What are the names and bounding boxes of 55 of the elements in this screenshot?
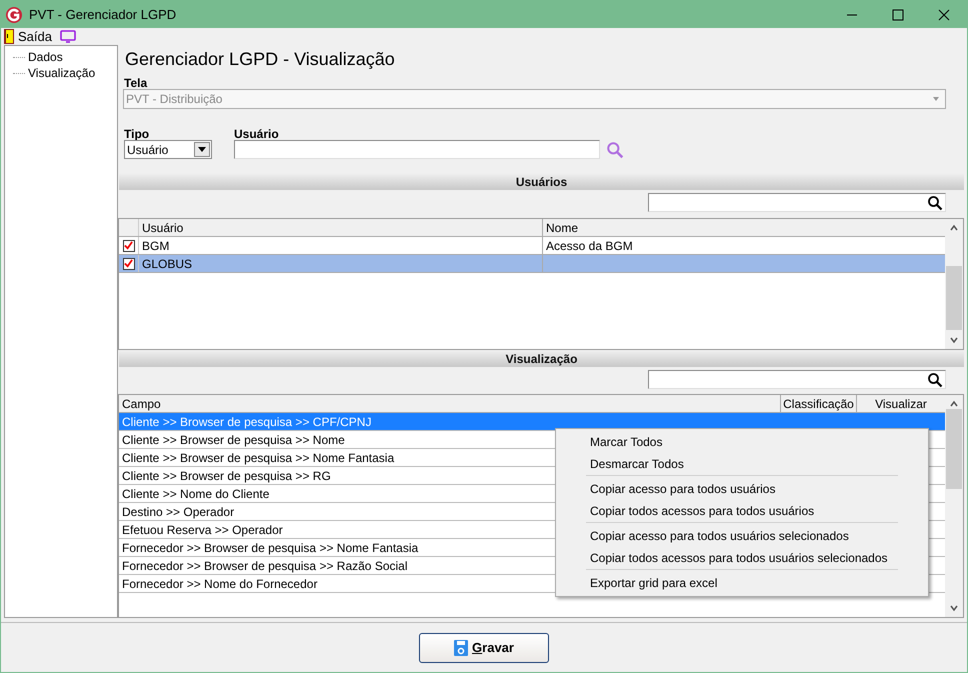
- save-button[interactable]: Gravar: [419, 632, 549, 662]
- table-cell-text: Fornecedor >> Nome do Fornecedor: [122, 576, 318, 592]
- user-input-field[interactable]: [234, 140, 600, 159]
- menu-item[interactable]: Exportar grid para excel: [556, 572, 928, 594]
- column-header[interactable]: Usuário: [139, 219, 543, 236]
- type-dropdown[interactable]: Usuário: [124, 140, 212, 159]
- search-field[interactable]: [648, 193, 946, 212]
- scrollbar[interactable]: [945, 219, 963, 349]
- table-cell-text: Cliente >> Browser de pesquisa >> Nome: [122, 432, 345, 448]
- search-icon[interactable]: [927, 194, 943, 210]
- scroll-down-icon[interactable]: [949, 335, 959, 345]
- page-heading: Gerenciador LGPD - Visualização: [125, 48, 396, 71]
- table-row[interactable]: BGM Acesso da BGM: [119, 237, 945, 255]
- column-header[interactable]: Campo: [119, 395, 781, 412]
- column-header[interactable]: Classificação: [781, 395, 857, 412]
- table-row[interactable]: Cliente >> Browser de pesquisa >> CPF/CPNJ: [119, 413, 945, 431]
- menu-item[interactable]: Copiar todos acessos para todos usuários: [556, 500, 928, 522]
- scroll-thumb[interactable]: [946, 409, 962, 489]
- section-header: Visualização: [119, 350, 964, 367]
- table-cell-text: Efetuou Reserva >> Operador: [122, 522, 283, 538]
- search-field[interactable]: [648, 370, 946, 389]
- table-cell: GLOBUS: [139, 255, 543, 272]
- scroll-up-icon[interactable]: [949, 223, 959, 233]
- table-cell-text: Acesso da BGM: [545, 238, 634, 254]
- scroll-down-icon[interactable]: [949, 603, 959, 613]
- table-row[interactable]: GLOBUS: [119, 255, 945, 273]
- column-header[interactable]: Visualizar: [857, 395, 945, 412]
- table-cell-text: Fornecedor >> Browser de pesquisa >> Razão Social: [122, 558, 408, 574]
- table-cell-text: Cliente >> Nome do Cliente: [122, 486, 270, 502]
- table-cell-text: Cliente >> Browser de pesquisa >> RG: [122, 468, 331, 484]
- section-header: Usuários: [119, 173, 964, 190]
- monitor-icon[interactable]: [60, 30, 76, 44]
- field-label: Tipo: [124, 126, 150, 140]
- table-cell: BGM: [139, 237, 543, 254]
- dropdown-arrow-icon[interactable]: [198, 147, 206, 152]
- tree-item[interactable]: Visualização: [27, 64, 96, 82]
- close-icon[interactable]: [938, 8, 950, 20]
- field-label: Usuário: [234, 126, 280, 140]
- app-logo-icon: [5, 6, 23, 24]
- tree-item[interactable]: Dados: [27, 48, 64, 66]
- door-icon: [4, 29, 14, 44]
- window-title: PVT - Gerenciador LGPD: [29, 6, 178, 24]
- table-cell-text: Cliente >> Browser de pesquisa >> CPF/CPNJ: [122, 414, 372, 430]
- checkbox[interactable]: [122, 240, 134, 252]
- table-cell-text: Destino >> Operador: [122, 504, 234, 520]
- scroll-thumb[interactable]: [946, 266, 962, 330]
- search-icon[interactable]: [927, 372, 943, 388]
- field-label: Tela: [124, 75, 148, 89]
- scroll-up-icon[interactable]: [949, 399, 959, 409]
- table-cell-text: Cliente >> Browser de pesquisa >> Nome Fantasia: [122, 450, 394, 466]
- scrollbar[interactable]: [945, 395, 963, 617]
- column-header[interactable]: Nome: [543, 219, 945, 236]
- table-cell-text: Fornecedor >> Browser de pesquisa >> Nome Fantasia: [122, 540, 418, 556]
- maximize-icon[interactable]: [892, 8, 904, 20]
- checkbox[interactable]: [122, 258, 134, 270]
